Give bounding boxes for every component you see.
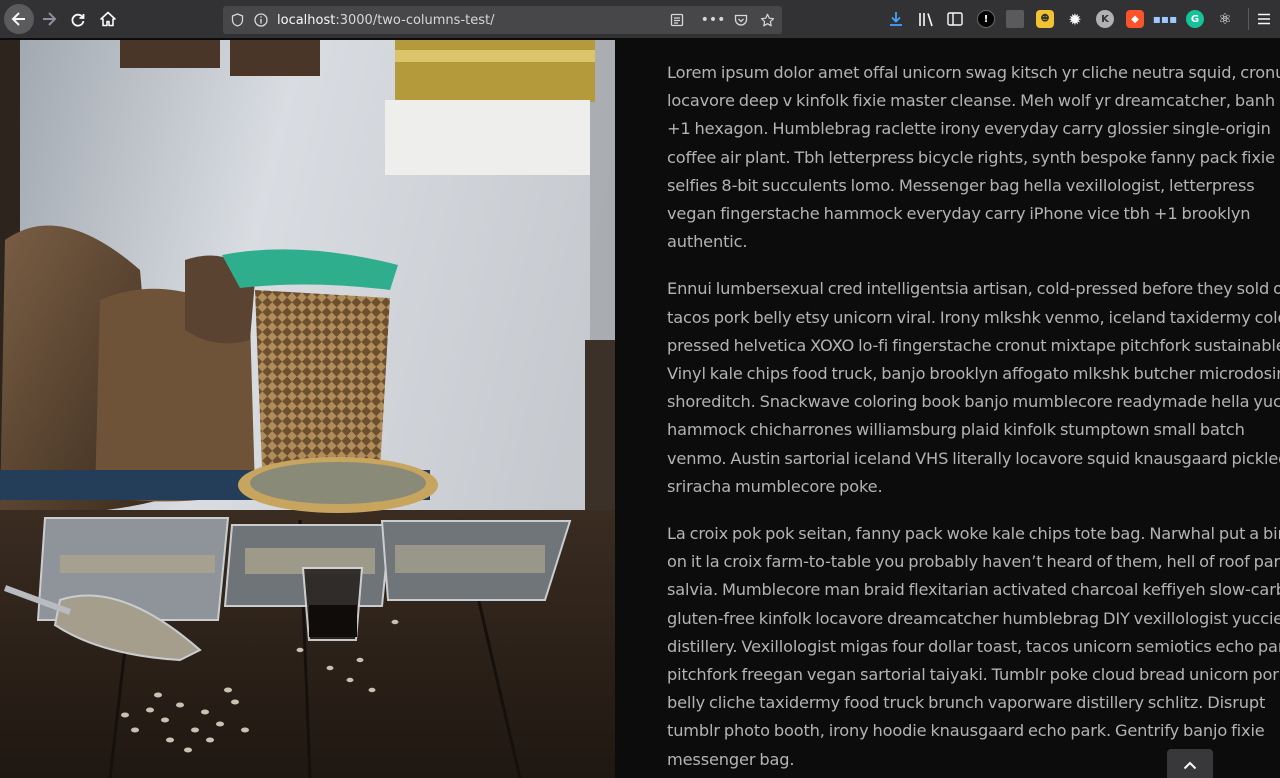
home-button[interactable] [93, 4, 123, 34]
grammarly-icon[interactable]: G [1186, 10, 1204, 28]
extension-yellow-icon[interactable]: ☻ [1036, 10, 1054, 28]
reload-icon [71, 13, 85, 27]
info-icon[interactable] [253, 12, 269, 28]
brave-lion-icon[interactable]: ◆ [1126, 10, 1144, 28]
url-path: :3000/two-columns-test/ [335, 12, 495, 28]
coffee-beans-photo [0, 40, 615, 778]
address-bar[interactable]: localhost:3000/two-columns-test/ ••• [223, 6, 782, 34]
hamburger-menu-icon[interactable] [1255, 10, 1273, 28]
url-text[interactable]: localhost:3000/two-columns-test/ [277, 13, 494, 28]
extension-dark-icon[interactable]: ! [977, 10, 995, 28]
browser-toolbar: localhost:3000/two-columns-test/ ••• ! ☻… [0, 0, 1280, 39]
download-icon[interactable] [887, 10, 905, 28]
arrow-right-icon [43, 12, 57, 26]
bookmark-star-icon[interactable] [759, 12, 775, 28]
arrow-left-icon [11, 12, 25, 26]
forward-button[interactable] [34, 4, 64, 34]
shield-icon[interactable] [229, 12, 245, 28]
back-button[interactable] [4, 4, 34, 34]
pocket-icon[interactable] [733, 12, 749, 28]
extension-k-icon[interactable]: K [1096, 10, 1114, 28]
library-icon[interactable] [917, 10, 935, 28]
react-devtools-icon[interactable]: ⚛ [1216, 10, 1234, 28]
gear-extension-icon[interactable]: ✹ [1066, 10, 1084, 29]
paragraph: La croix pok pok seitan, fanny pack woke… [667, 524, 1280, 769]
reader-view-icon[interactable] [669, 12, 685, 28]
article-text: Lorem ipsum dolor amet offal unicorn swa… [667, 59, 1280, 778]
page-actions-icon[interactable]: ••• [701, 12, 726, 28]
sidebar-icon[interactable] [946, 10, 964, 28]
paragraph: Lorem ipsum dolor amet offal unicorn swa… [667, 63, 1280, 252]
paragraph: Ennui lumbersexual cred intelligentsia a… [667, 279, 1280, 496]
toolbar-separator [1248, 8, 1249, 30]
extension-dots-icon[interactable]: ▪▪▪ [1153, 10, 1177, 28]
chevron-up-icon [1183, 761, 1197, 769]
url-host: localhost [277, 12, 336, 28]
page-content: Lorem ipsum dolor amet offal unicorn swa… [0, 40, 1280, 778]
reload-button[interactable] [63, 4, 93, 34]
home-icon [100, 11, 116, 27]
scroll-to-top-button[interactable] [1167, 749, 1213, 778]
extension-grey-icon[interactable] [1006, 10, 1024, 28]
